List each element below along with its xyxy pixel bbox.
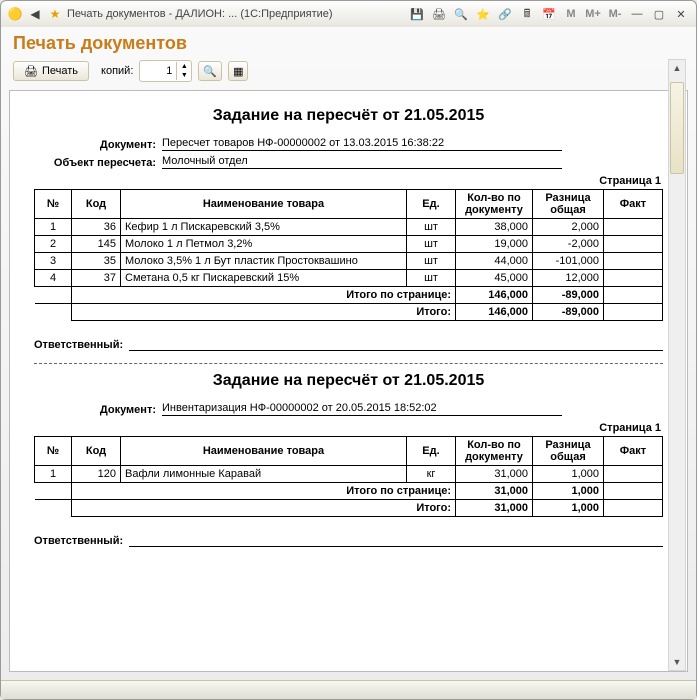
document-field: Документ: Пересчет товаров НФ-00000002 о… xyxy=(34,137,663,151)
col-name: Наименование товара xyxy=(121,190,407,219)
copies-stepper[interactable]: ▲ ▼ xyxy=(139,60,192,82)
table-row: 2145Молоко 1 л Петмол 3,2%шт19,000-2,000 xyxy=(35,236,663,253)
obj-value: Молочный отдел xyxy=(162,155,562,169)
table-header-row: № Код Наименование товара Ед. Кол-во по … xyxy=(35,190,663,219)
document-field: Документ: Инвентаризация НФ-00000002 от … xyxy=(34,402,663,416)
calendar-icon[interactable]: 📅 xyxy=(540,6,558,22)
app-icon: 🟡 xyxy=(7,6,23,22)
separator xyxy=(34,363,663,364)
status-bar xyxy=(1,680,696,699)
responsible-line xyxy=(129,350,663,351)
app-window: 🟡 ◀ ★ Печать документов - ДАЛИОН: ... (1… xyxy=(0,0,697,700)
total-row: Итого:31,0001,000 xyxy=(35,500,663,517)
print-button[interactable]: 🖨 Печать xyxy=(13,61,89,81)
page-total-row: Итого по странице:146,000-89,000 xyxy=(35,287,663,304)
copies-input[interactable] xyxy=(140,65,176,77)
magnifier-icon: 🔍 xyxy=(203,65,217,78)
responsible-line xyxy=(129,546,663,547)
total-row: Итого:146,000-89,000 xyxy=(35,304,663,321)
star-icon[interactable]: ★ xyxy=(47,6,63,22)
scrollbar[interactable]: ▲ ▼ xyxy=(668,59,686,671)
chevron-up-icon[interactable]: ▲ xyxy=(177,62,191,71)
col-qty: Кол-во по документу xyxy=(456,190,533,219)
toolbar: 🖨 Печать копий: ▲ ▼ 🔍 ▦ xyxy=(1,58,696,90)
col-fact: Факт xyxy=(604,190,663,219)
printer-icon: 🖨 xyxy=(24,65,38,78)
page-title: Печать документов xyxy=(13,33,684,54)
responsible-label: Ответственный: xyxy=(34,339,123,351)
printer-icon[interactable]: 🖨 xyxy=(430,6,448,22)
responsible-row: Ответственный: xyxy=(34,535,663,547)
link-icon[interactable]: 🔗 xyxy=(496,6,514,22)
col-unit: Ед. xyxy=(407,437,456,466)
col-fact: Факт xyxy=(604,437,663,466)
table-row: 1120Вафли лимонные Каравайкг31,0001,000 xyxy=(35,466,663,483)
col-name: Наименование товара xyxy=(121,437,407,466)
page-number: Страница 1 xyxy=(36,175,661,187)
table-row: 335Молоко 3,5% 1 л Бут пластик Простоква… xyxy=(35,253,663,270)
fav-icon[interactable]: ⭐ xyxy=(474,6,492,22)
report-title: Задание на пересчёт от 21.05.2015 xyxy=(34,372,663,390)
col-diff: Разница общая xyxy=(533,190,604,219)
preview-icon[interactable]: 🔍 xyxy=(452,6,470,22)
zoom-button[interactable]: 🔍 xyxy=(198,61,222,81)
report-table: № Код Наименование товара Ед. Кол-во по … xyxy=(34,189,663,321)
col-diff: Разница общая xyxy=(533,437,604,466)
maximize-icon[interactable]: ▢ xyxy=(650,6,668,22)
table-header-row: № Код Наименование товара Ед. Кол-во по … xyxy=(35,437,663,466)
responsible-label: Ответственный: xyxy=(34,535,123,547)
scroll-down-icon[interactable]: ▼ xyxy=(669,654,685,670)
doc-value: Пересчет товаров НФ-00000002 от 13.03.20… xyxy=(162,137,562,151)
settings-button[interactable]: ▦ xyxy=(228,61,248,81)
minimize-icon[interactable]: — xyxy=(628,6,646,22)
titlebar: 🟡 ◀ ★ Печать документов - ДАЛИОН: ... (1… xyxy=(1,1,696,27)
report-table: № Код Наименование товара Ед. Кол-во по … xyxy=(34,436,663,517)
col-n: № xyxy=(35,190,72,219)
document-area: Задание на пересчёт от 21.05.2015 Докуме… xyxy=(9,90,688,672)
col-code: Код xyxy=(72,190,121,219)
back-icon[interactable]: ◀ xyxy=(27,6,43,22)
doc-label: Документ: xyxy=(34,139,162,151)
col-qty: Кол-во по документу xyxy=(456,437,533,466)
col-code: Код xyxy=(72,437,121,466)
close-icon[interactable]: ✕ xyxy=(672,6,690,22)
m-icon[interactable]: M xyxy=(562,6,580,22)
doc-label: Документ: xyxy=(34,404,162,416)
window-title: Печать документов - ДАЛИОН: ... (1С:Пред… xyxy=(67,8,404,20)
scroll-up-icon[interactable]: ▲ xyxy=(669,60,685,76)
col-unit: Ед. xyxy=(407,190,456,219)
page-total-row: Итого по странице:31,0001,000 xyxy=(35,483,663,500)
table-row: 437Сметана 0,5 кг Пискаревский 15%шт45,0… xyxy=(35,270,663,287)
col-n: № xyxy=(35,437,72,466)
m-plus-icon[interactable]: M+ xyxy=(584,6,602,22)
obj-label: Объект пересчета: xyxy=(34,157,162,169)
scroll-thumb[interactable] xyxy=(670,82,684,174)
object-field: Объект пересчета: Молочный отдел xyxy=(34,155,663,169)
doc-value: Инвентаризация НФ-00000002 от 20.05.2015… xyxy=(162,402,562,416)
page-header: Печать документов xyxy=(1,27,696,58)
save-icon[interactable]: 💾 xyxy=(408,6,426,22)
m-minus-icon[interactable]: M- xyxy=(606,6,624,22)
calc-icon[interactable]: 🖩 xyxy=(518,6,536,22)
report-title: Задание на пересчёт от 21.05.2015 xyxy=(34,107,663,125)
chevron-down-icon[interactable]: ▼ xyxy=(177,71,191,80)
page-number: Страница 1 xyxy=(36,422,661,434)
print-label: Печать xyxy=(42,65,78,77)
stepper-arrows: ▲ ▼ xyxy=(176,62,191,80)
copies-label: копий: xyxy=(101,65,133,77)
responsible-row: Ответственный: xyxy=(34,339,663,351)
grid-icon: ▦ xyxy=(233,65,243,78)
table-row: 136Кефир 1 л Пискаревский 3,5%шт38,0002,… xyxy=(35,219,663,236)
